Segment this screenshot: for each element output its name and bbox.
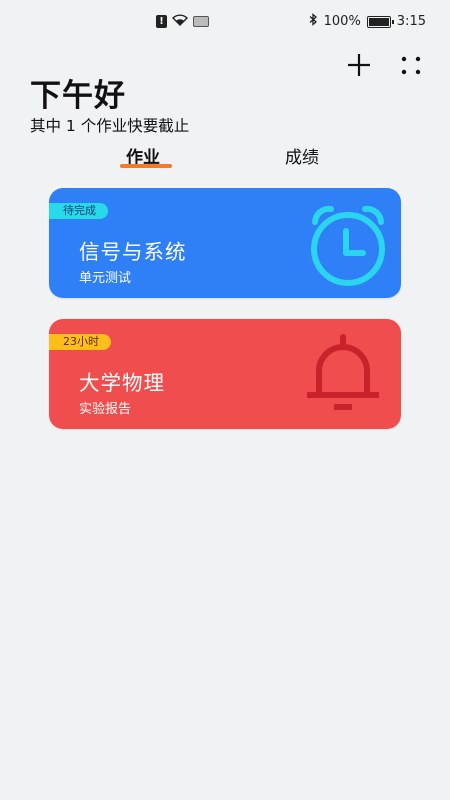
alarm-clock-icon (305, 202, 391, 292)
status-badge: 待完成 (49, 203, 108, 219)
assignment-card-signals[interactable]: 待完成 信号与系统 单元测试 (49, 188, 401, 298)
deadline-summary: 其中 1 个作业快要截止 (30, 117, 190, 135)
bluetooth-icon (309, 13, 318, 30)
greeting-title: 下午好 (30, 78, 126, 114)
data-icon (193, 16, 209, 27)
plus-icon (348, 54, 370, 76)
task-name: 单元测试 (79, 271, 132, 286)
tab-indicator (120, 164, 172, 168)
more-button[interactable] (396, 50, 426, 80)
tab-grades[interactable]: 成绩 (285, 143, 319, 168)
battery-percent: 100% (323, 14, 361, 29)
deadline-badge: 23小时 (49, 334, 111, 350)
status-left: ! (156, 13, 209, 30)
course-title: 大学物理 (79, 371, 165, 395)
status-right: 100% 3:15 (309, 13, 426, 30)
battery-icon (366, 15, 394, 28)
clock-time: 3:15 (396, 14, 426, 29)
alert-icon: ! (156, 15, 167, 28)
task-name: 实验报告 (79, 402, 132, 417)
tab-bar: 作业 成绩 (0, 143, 450, 175)
status-bar: ! 100% 3:15 (0, 0, 450, 44)
course-title: 信号与系统 (79, 240, 187, 264)
grid-dots-icon (401, 56, 421, 75)
wifi-icon (172, 13, 188, 30)
bell-icon (305, 333, 391, 417)
add-button[interactable] (344, 50, 374, 80)
assignment-card-physics[interactable]: 23小时 大学物理 实验报告 (49, 319, 401, 429)
